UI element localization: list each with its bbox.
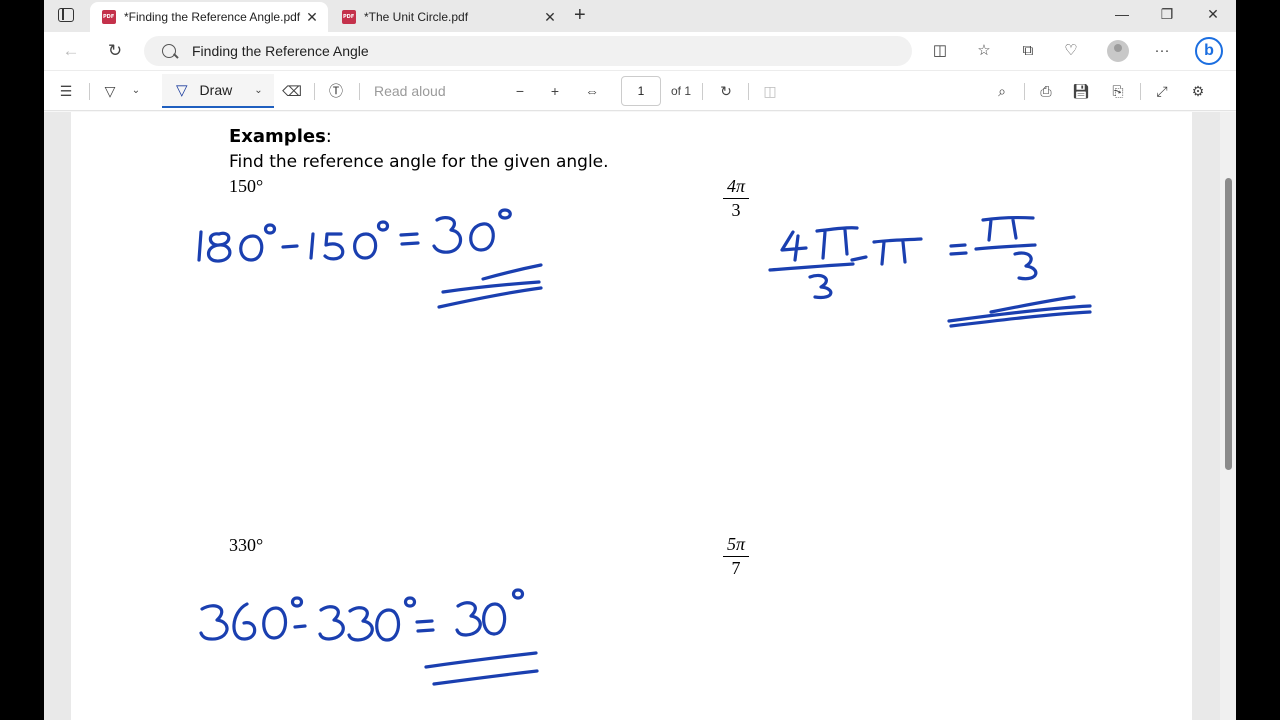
pdf-page: Examples: Find the reference angle for t… bbox=[71, 112, 1192, 720]
document-viewport[interactable]: Examples: Find the reference angle for t… bbox=[44, 112, 1220, 720]
draw-label: Draw bbox=[199, 82, 233, 98]
read-aloud-button[interactable]: Read aloud bbox=[374, 81, 454, 101]
back-icon[interactable]: ← bbox=[60, 40, 82, 62]
url-text: Finding the Reference Angle bbox=[192, 43, 369, 59]
tab-label: *Finding the Reference Angle.pdf bbox=[124, 10, 301, 24]
bing-copilot-icon[interactable]: b bbox=[1195, 37, 1223, 65]
fullscreen-icon[interactable]: ⤢ bbox=[1152, 81, 1172, 101]
highlight-icon[interactable]: ▽ bbox=[100, 81, 120, 101]
pdf-file-icon bbox=[102, 10, 116, 24]
favorites-icon[interactable]: ☆ bbox=[974, 41, 994, 61]
tab-label: *The Unit Circle.pdf bbox=[364, 10, 469, 24]
more-options-icon[interactable]: ··· bbox=[1152, 41, 1172, 61]
tab-unit-circle[interactable]: *The Unit Circle.pdf ✕ bbox=[330, 2, 566, 32]
url-field[interactable]: Finding the Reference Angle bbox=[144, 36, 912, 66]
pen-icon: ▽ bbox=[176, 82, 188, 99]
restore-icon[interactable]: ❐ bbox=[1157, 6, 1177, 23]
print-icon[interactable]: ⎙ bbox=[1036, 81, 1056, 101]
page-number-input[interactable]: 1 bbox=[621, 76, 661, 106]
contents-icon[interactable]: ☰ bbox=[56, 81, 76, 101]
browser-essentials-icon[interactable]: ♡ bbox=[1061, 41, 1081, 61]
scrollbar-thumb[interactable] bbox=[1225, 178, 1232, 470]
tab-actions-icon[interactable] bbox=[58, 8, 74, 22]
close-tab-icon[interactable]: ✕ bbox=[302, 9, 322, 26]
highlight-chevron-icon[interactable]: ⌄ bbox=[128, 81, 144, 101]
refresh-icon[interactable]: ↻ bbox=[104, 40, 126, 62]
fit-width-icon[interactable]: ⇔ bbox=[582, 81, 602, 101]
find-icon[interactable]: ⌕ bbox=[992, 81, 1012, 101]
tab-strip: *Finding the Reference Angle.pdf ✕ *The … bbox=[44, 0, 1236, 32]
close-tab-icon[interactable]: ✕ bbox=[540, 9, 560, 26]
browser-window: *Finding the Reference Angle.pdf ✕ *The … bbox=[44, 0, 1236, 720]
save-as-icon[interactable]: ⎘ bbox=[1108, 81, 1128, 101]
ink-annotations bbox=[197, 208, 1092, 686]
two-page-view-icon[interactable]: ◫ bbox=[760, 81, 780, 101]
add-text-icon[interactable]: Ⓣ bbox=[326, 81, 346, 101]
search-icon bbox=[162, 44, 176, 58]
save-icon[interactable]: 💾︎ bbox=[1071, 81, 1091, 101]
zoom-out-icon[interactable]: − bbox=[510, 81, 530, 101]
ink-equation-2 bbox=[768, 216, 1092, 328]
address-bar: ← ↻ Finding the Reference Angle ◫ ☆ ⧉ ♡ … bbox=[44, 32, 1236, 70]
tab-finding-reference-angle[interactable]: *Finding the Reference Angle.pdf ✕ bbox=[90, 2, 328, 32]
avatar[interactable] bbox=[1107, 40, 1129, 62]
page-total: of 1 bbox=[670, 84, 691, 98]
pdf-file-icon bbox=[342, 10, 356, 24]
split-screen-icon[interactable]: ◫ bbox=[930, 41, 950, 61]
new-tab-icon[interactable]: + bbox=[574, 4, 586, 27]
chevron-down-icon[interactable]: ⌄ bbox=[254, 85, 262, 96]
settings-gear-icon[interactable]: ⚙ bbox=[1188, 81, 1208, 101]
draw-button[interactable]: ▽ Draw ⌄ bbox=[162, 74, 274, 108]
vertical-scrollbar[interactable] bbox=[1220, 112, 1236, 720]
collections-icon[interactable]: ⧉ bbox=[1018, 41, 1038, 61]
zoom-in-icon[interactable]: + bbox=[545, 81, 565, 101]
pdf-toolbar: ☰ ▽ ⌄ ▽ Draw ⌄ ⌫ Ⓣ Read aloud − + ⇔ 1 of… bbox=[44, 70, 1236, 111]
minimize-icon[interactable]: — bbox=[1112, 6, 1132, 22]
ink-equation-3 bbox=[199, 588, 539, 686]
rotate-icon[interactable]: ↻ bbox=[716, 81, 736, 101]
ink-equation-1 bbox=[197, 208, 543, 309]
eraser-icon[interactable]: ⌫ bbox=[282, 81, 302, 101]
close-window-icon[interactable]: ✕ bbox=[1203, 6, 1223, 23]
